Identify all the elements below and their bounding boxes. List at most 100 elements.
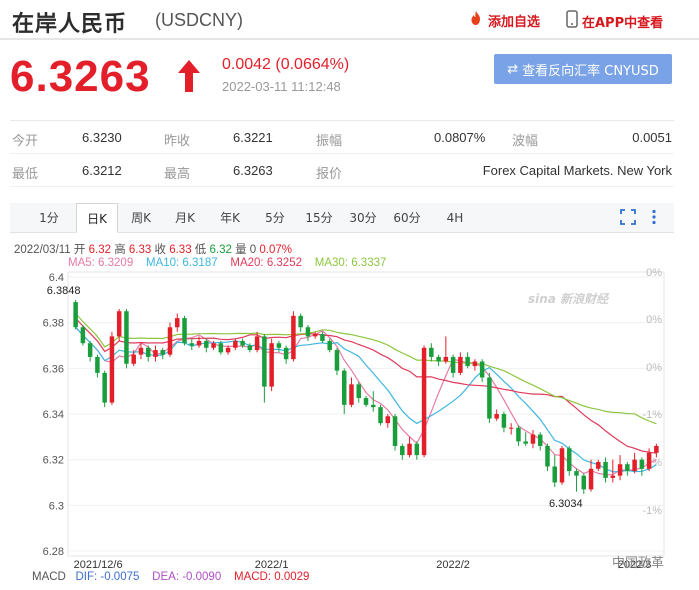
candle-body xyxy=(145,347,151,357)
tab-30min[interactable]: 30分 xyxy=(346,203,380,233)
candle-body xyxy=(189,343,195,346)
quote-timestamp: 2022-03-11 11:12:48 xyxy=(222,79,341,94)
candle-body xyxy=(254,336,260,351)
candle-body xyxy=(196,340,202,346)
candle-body xyxy=(95,356,100,373)
candle-body xyxy=(487,377,492,419)
tab-15min[interactable]: 15分 xyxy=(302,203,336,233)
phone-icon xyxy=(566,10,578,32)
stat-label: 波幅 xyxy=(512,134,539,149)
candle-body xyxy=(400,445,405,456)
stats-row: 今开 6.3230 昨收 6.3221 振幅 0.0807% 波幅 0.0051 xyxy=(10,121,674,154)
stat-label: 昨收 xyxy=(164,134,191,149)
candle-body xyxy=(73,302,78,328)
more-menu-icon[interactable] xyxy=(651,209,657,230)
candle-body xyxy=(363,398,369,405)
y-tick-label: 6.28 xyxy=(43,546,64,558)
ohlc-info-line: 2022/03/11 开 6.32 高 6.33 收 6.33 低 6.32 量… xyxy=(14,241,292,257)
tab-5min[interactable]: 5分 xyxy=(258,203,292,233)
candle-body xyxy=(501,414,507,428)
fullscreen-icon[interactable] xyxy=(620,209,636,230)
candle-body xyxy=(233,340,238,348)
tab-monthly-k[interactable]: 月K xyxy=(168,203,202,233)
add-favorite-button[interactable]: 添加自选 xyxy=(468,10,540,30)
candle-body xyxy=(603,461,608,478)
tab-daily-k[interactable]: 日K xyxy=(76,203,118,233)
stat-value: 6.3263 xyxy=(233,163,273,178)
candle-body xyxy=(312,334,318,337)
x-tick-label: 2021/12/6 xyxy=(74,559,123,571)
candle-body xyxy=(298,315,303,328)
max-price-annotation: 6.3848 xyxy=(47,285,81,297)
candle-body xyxy=(617,464,623,476)
candle-body xyxy=(240,340,245,346)
stat-value: 0.0807% xyxy=(434,130,486,145)
info-pct: 0.07% xyxy=(259,244,293,256)
flame-icon xyxy=(468,10,484,30)
swap-icon: ⇄ xyxy=(507,61,519,77)
candle-body xyxy=(654,445,659,453)
candle-body xyxy=(153,350,158,357)
sina-watermark: sina 新浪财经 xyxy=(528,292,610,306)
page-title: 在岸人民币 xyxy=(12,12,128,37)
info-vol-label: 量 xyxy=(235,244,247,256)
info-date: 2022/03/11 xyxy=(14,244,71,256)
candle-body xyxy=(596,461,601,469)
current-price: 6.3263 xyxy=(10,52,151,101)
candle-body xyxy=(385,416,391,424)
y-tick-label: 6.36 xyxy=(43,363,64,375)
reverse-rate-button[interactable]: ⇄ 查看反向汇率 CNYUSD xyxy=(494,54,672,84)
tab-4h[interactable]: 4H xyxy=(438,203,472,233)
stat-value: Forex Capital Markets. New York xyxy=(482,163,672,178)
candle-body xyxy=(559,448,565,483)
min-price-annotation: 6.3034 xyxy=(549,498,583,510)
candle-body xyxy=(349,384,354,405)
candle-body xyxy=(625,464,630,472)
candle-body xyxy=(632,459,637,472)
y-tick-label: 6.34 xyxy=(43,409,64,421)
candle-body xyxy=(523,441,528,444)
tab-60min[interactable]: 60分 xyxy=(390,203,424,233)
info-high: 6.33 xyxy=(128,244,152,256)
candle-body xyxy=(211,343,216,348)
right-tick-label: 0% xyxy=(646,314,662,326)
candle-body xyxy=(262,336,267,387)
y-tick-label: 6.3 xyxy=(49,500,64,512)
y-tick-label: 6.32 xyxy=(43,455,64,467)
candle-body xyxy=(305,327,311,337)
candle-body xyxy=(508,427,514,429)
y-tick-label: 6.38 xyxy=(43,318,64,330)
y-tick-label: 6.4 xyxy=(49,272,64,284)
candle-body xyxy=(458,356,463,373)
tab-weekly-k[interactable]: 周K xyxy=(124,203,158,233)
stat-value: 6.3212 xyxy=(82,163,122,178)
stat-label: 今开 xyxy=(12,134,39,149)
candle-body xyxy=(247,345,253,351)
candle-body xyxy=(269,343,274,387)
info-close-label: 收 xyxy=(154,244,167,256)
right-tick-label: 0% xyxy=(646,267,662,279)
candle-body xyxy=(371,404,376,408)
candlestick-chart[interactable]: 6.46.386.366.346.326.36.280%0%0%-1%-1%-1… xyxy=(0,265,699,590)
tab-1min[interactable]: 1分 xyxy=(32,203,66,233)
candle-body xyxy=(530,434,536,444)
candle-body xyxy=(327,340,332,351)
candle-body xyxy=(516,427,521,442)
candle-body xyxy=(116,311,122,337)
candle-body xyxy=(414,443,420,456)
info-low-label: 低 xyxy=(194,244,207,256)
stat-value: 6.3221 xyxy=(233,130,273,145)
symbol-code: (USDCNY) xyxy=(155,10,243,30)
candle-body xyxy=(537,434,543,446)
candle-body xyxy=(218,343,224,353)
candle-body xyxy=(443,356,449,362)
candle-body xyxy=(479,361,485,378)
view-in-app-button[interactable]: 在APP中查看 xyxy=(566,10,663,32)
candle-body xyxy=(175,318,180,328)
candle-body xyxy=(494,414,499,419)
candle-body xyxy=(450,356,456,373)
candle-body xyxy=(472,361,478,367)
up-arrow-icon xyxy=(175,58,203,99)
tab-yearly-k[interactable]: 年K xyxy=(213,203,247,233)
period-tabs: 1分 日K 周K 月K 年K 5分 15分 30分 60分 4H xyxy=(10,203,674,233)
